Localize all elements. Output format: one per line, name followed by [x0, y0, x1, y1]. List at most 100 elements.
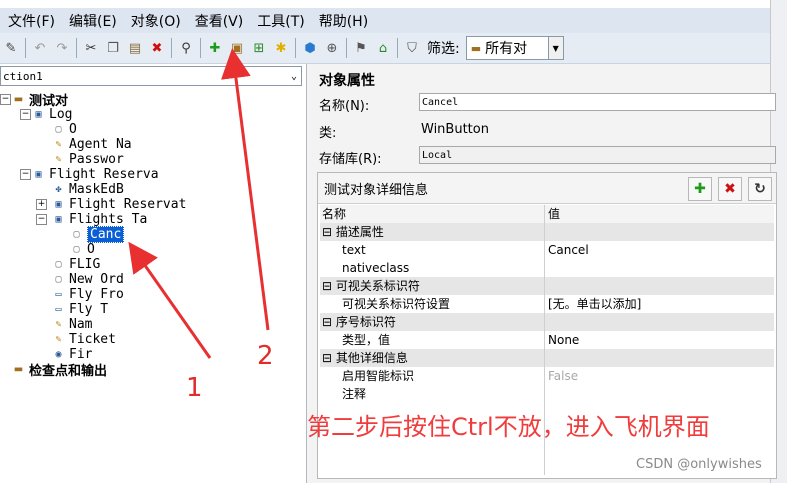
- copy-icon[interactable]: ❐: [103, 38, 123, 58]
- top-strip: [0, 0, 787, 8]
- undo-icon[interactable]: ↶: [30, 38, 50, 58]
- collapse-icon[interactable]: −: [20, 109, 31, 120]
- tree-node-ticket[interactable]: ✎ Ticket: [52, 332, 115, 347]
- tree-node-o2[interactable]: ▢ O: [70, 242, 94, 257]
- chevron-down-icon[interactable]: ⌄: [291, 67, 297, 87]
- chevron-down-icon[interactable]: ▼: [547, 37, 563, 59]
- redo-icon[interactable]: ↷: [52, 38, 72, 58]
- toolbar-separator: [76, 38, 77, 58]
- radio-icon: ◉: [55, 349, 62, 360]
- menu-help[interactable]: 帮助(H): [319, 11, 368, 31]
- toolbar-separator: [397, 38, 398, 58]
- delete-icon[interactable]: ✖: [147, 38, 167, 58]
- class-label: 类:: [319, 126, 337, 141]
- property-row[interactable]: 类型，值 None: [320, 331, 774, 349]
- toolbar-separator: [346, 38, 347, 58]
- filter-select[interactable]: ▬ 所有对 ▼: [465, 36, 564, 60]
- object-tree-pane: ction1 ⌄ − ▬ 测试对 − ▣ Log ▢ O ✎ Agent Na …: [0, 64, 307, 483]
- object-icon: ▬: [470, 41, 482, 55]
- tree-node-password[interactable]: ✎ Passwor: [52, 152, 123, 167]
- output-icon[interactable]: ⌂: [373, 38, 393, 58]
- menu-object[interactable]: 对象(O): [131, 11, 181, 31]
- add-property-button[interactable]: ✚: [688, 177, 712, 201]
- tree-node-root[interactable]: ▬ 测试对: [12, 92, 68, 109]
- annotation-label-2: 2: [257, 341, 274, 371]
- category-row[interactable]: ⊟ 描述属性: [320, 223, 774, 241]
- edit-icon[interactable]: ✎: [1, 38, 21, 58]
- sparkle-icon[interactable]: ✱: [271, 38, 291, 58]
- collapse-icon[interactable]: −: [0, 94, 11, 105]
- cut-icon[interactable]: ✂: [81, 38, 101, 58]
- menu-view[interactable]: 查看(V): [195, 11, 244, 31]
- repository-label: 存储库(R):: [319, 152, 382, 167]
- collapse-icon[interactable]: −: [36, 214, 47, 225]
- property-row[interactable]: nativeclass: [320, 259, 774, 277]
- combobox-icon: ▭: [55, 289, 62, 300]
- category-row[interactable]: ⊟ 其他详细信息: [320, 349, 774, 367]
- pencil-icon: ✎: [55, 334, 62, 345]
- tree-node-agent[interactable]: ✎ Agent Na: [52, 137, 131, 152]
- tree-node-name[interactable]: ✎ Nam: [52, 317, 92, 332]
- menu-edit[interactable]: 编辑(E): [69, 11, 117, 31]
- toolbar-separator: [200, 38, 201, 58]
- highlight-icon[interactable]: ⊞: [249, 38, 269, 58]
- pencil-icon: ✎: [55, 154, 62, 165]
- category-row[interactable]: ⊟ 可视关系标识符: [320, 277, 774, 295]
- folder-icon: ▬: [13, 94, 24, 105]
- action-combo[interactable]: ction1 ⌄: [0, 66, 302, 86]
- detail-header: 测试对象详细信息 ✚ ✖ ↻: [318, 173, 776, 204]
- tree-node-maskedb[interactable]: ✤ MaskEdB: [52, 182, 123, 197]
- repository-field: Local: [419, 146, 776, 164]
- pencil-icon: ✎: [55, 319, 62, 330]
- tree-node-fly-from[interactable]: ▭ Fly Fro: [52, 287, 123, 302]
- paste-icon[interactable]: ▤: [125, 38, 145, 58]
- remove-property-button[interactable]: ✖: [718, 177, 742, 201]
- refresh-button[interactable]: ↻: [748, 177, 772, 201]
- tree-node-log[interactable]: ▣ Log: [32, 107, 72, 122]
- category-row[interactable]: ⊟ 序号标识符: [320, 313, 774, 331]
- locate-icon[interactable]: ⊕: [322, 38, 342, 58]
- property-row[interactable]: text Cancel: [320, 241, 774, 259]
- folder-icon: ▬: [13, 364, 24, 375]
- add-icon[interactable]: ✚: [205, 38, 225, 58]
- button-icon: ▢: [55, 259, 62, 270]
- tree-node-flights-table[interactable]: ▣ Flights Ta: [52, 212, 147, 227]
- tree-node-flight-reserva[interactable]: ▣ Flight Reserva: [32, 167, 158, 182]
- add-objects-icon[interactable]: ▣: [227, 38, 247, 58]
- tree-node-log-o[interactable]: ▢ O: [52, 122, 76, 137]
- toolbar-separator: [25, 38, 26, 58]
- class-value: WinButton: [421, 122, 489, 137]
- expand-icon[interactable]: +: [36, 199, 47, 210]
- tree-node-cancel[interactable]: ▢ Canc: [70, 226, 125, 243]
- window-icon: ▣: [55, 199, 62, 210]
- window-icon: ▣: [35, 169, 42, 180]
- property-row[interactable]: 可视关系标识符设置 [无。单击以添加]: [320, 295, 774, 313]
- find-icon[interactable]: ⚲: [176, 38, 196, 58]
- property-row[interactable]: 注释: [320, 385, 774, 403]
- tree-node-flight-reservat[interactable]: ▣ Flight Reservat: [52, 197, 186, 212]
- annotation-label-1: 1: [186, 373, 203, 403]
- toolbar: ✎ ↶ ↷ ✂ ❐ ▤ ✖ ⚲ ✚ ▣ ⊞ ✱ ⬢ ⊕ ⚑ ⌂ ⛉ 筛选: ▬ …: [0, 33, 770, 64]
- property-row[interactable]: 启用智能标识 False: [320, 367, 774, 385]
- grid-header: 名称 值: [320, 205, 774, 224]
- menu-file[interactable]: 文件(F): [8, 11, 55, 31]
- menu-tools[interactable]: 工具(T): [257, 11, 304, 31]
- checkpoint-icon[interactable]: ⚑: [351, 38, 371, 58]
- properties-title: 对象属性: [319, 73, 375, 89]
- toolbar-separator: [171, 38, 172, 58]
- pencil-icon: ✎: [55, 139, 62, 150]
- tree-node-checkpoints[interactable]: ▬ 检查点和输出: [12, 362, 107, 379]
- window-icon: ▣: [55, 214, 62, 225]
- column-value: 值: [548, 207, 561, 221]
- button-icon: ▢: [55, 124, 62, 135]
- tree-node-fly-to[interactable]: ▭ Fly T: [52, 302, 108, 317]
- tree-node-flig[interactable]: ▢ FLIG: [52, 257, 100, 272]
- name-field[interactable]: Cancel: [419, 93, 776, 111]
- tree-node-new-order[interactable]: ▢ New Ord: [52, 272, 123, 287]
- collapse-icon[interactable]: −: [20, 169, 31, 180]
- filter-label: 筛选:: [427, 41, 460, 57]
- object-spy-icon[interactable]: ⬢: [300, 38, 320, 58]
- filter-icon: ⛉: [407, 40, 417, 56]
- window-icon: ▣: [35, 109, 42, 120]
- column-name: 名称: [322, 207, 347, 221]
